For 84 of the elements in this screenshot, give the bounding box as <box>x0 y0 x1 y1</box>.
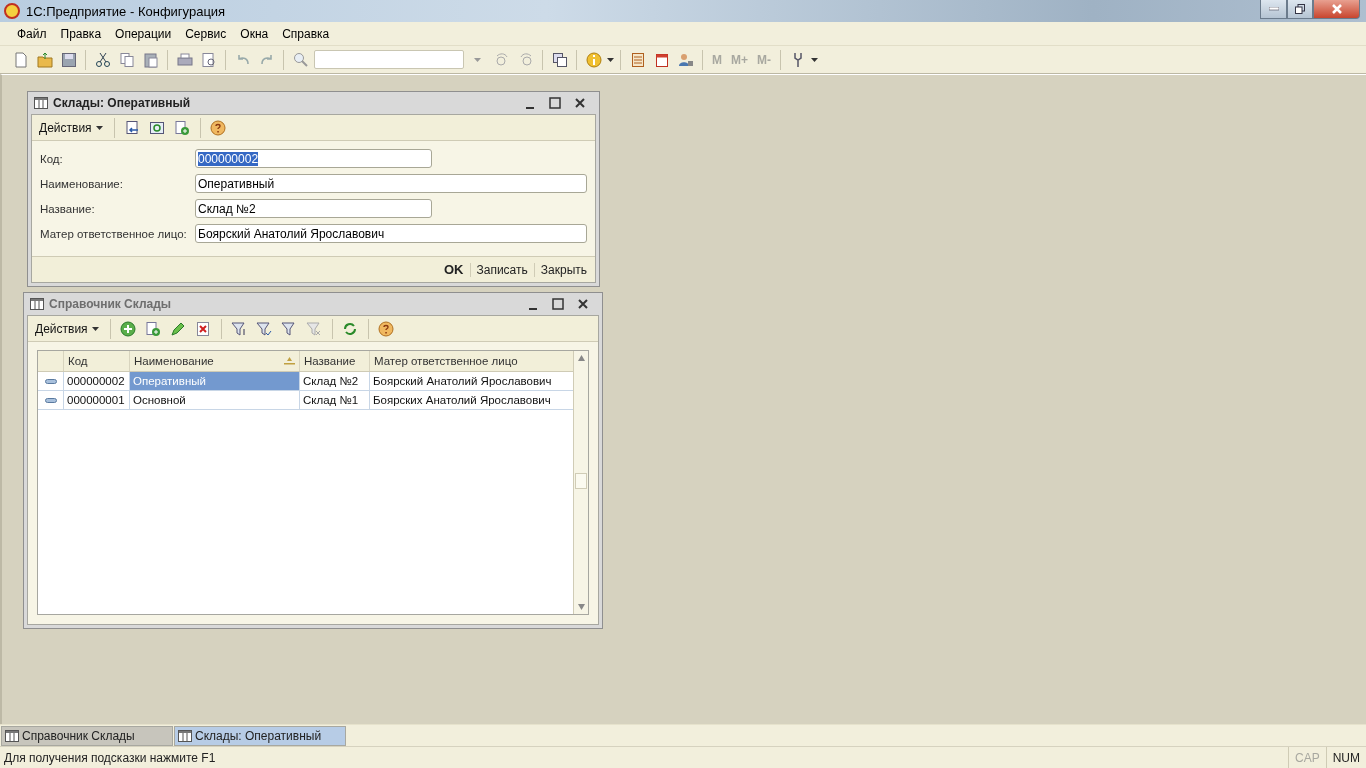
status-indicator: CAP <box>1288 747 1326 768</box>
menu-item[interactable]: Сервис <box>178 26 234 41</box>
menu-item[interactable]: Правка <box>53 26 109 41</box>
print-preview-icon <box>200 51 217 68</box>
column-header[interactable]: Код <box>63 351 129 371</box>
save-icon <box>60 51 77 68</box>
scroll-thumb[interactable] <box>575 473 587 489</box>
menu-item[interactable]: Операции <box>108 26 179 41</box>
window-title: 1С:Предприятие - Конфигурация <box>26 3 227 19</box>
table-cell[interactable]: Склад №1 <box>299 391 369 409</box>
row-marker-icon <box>44 378 57 384</box>
actions-menu[interactable]: Действия <box>35 120 107 135</box>
info-icon <box>585 51 602 68</box>
field-label: Матер ответственное лицо: <box>40 227 188 240</box>
field-label: Название: <box>40 202 96 215</box>
input-field[interactable]: Оперативный <box>195 174 587 193</box>
status-hint: Для получения подсказки нажмите F1 <box>4 750 217 765</box>
window-title: Склады: Оперативный <box>53 96 192 110</box>
taskbar-tab[interactable]: Склады: Оперативный <box>174 725 346 746</box>
close-button[interactable] <box>1313 0 1360 19</box>
maximize-icon <box>548 97 561 109</box>
help-icon <box>378 320 395 337</box>
copy-icon <box>118 51 135 68</box>
windows-icon <box>551 51 568 68</box>
scrollbar[interactable] <box>573 351 588 614</box>
menu-item[interactable]: Справка <box>275 26 337 41</box>
table-icon <box>30 298 44 310</box>
caret-icon <box>95 125 103 130</box>
help-icon <box>210 119 227 136</box>
column-header[interactable]: Название <box>299 351 369 371</box>
footer-button[interactable]: Записать <box>469 262 534 277</box>
input-field[interactable]: Боярский Анатолий Ярославович <box>195 224 587 243</box>
minimize-icon <box>525 107 534 109</box>
maximize-icon <box>551 298 564 310</box>
minimize-icon <box>1268 7 1279 11</box>
search-field[interactable] <box>314 50 464 69</box>
table-cell[interactable]: 000000001 <box>63 391 129 409</box>
menu-item[interactable]: Файл <box>10 26 54 41</box>
close-icon <box>574 98 585 108</box>
caret-icon <box>811 57 818 62</box>
new-document-icon <box>12 51 29 68</box>
table-icon <box>34 97 48 109</box>
sort-icon <box>284 357 295 365</box>
restore-button[interactable] <box>1287 0 1313 19</box>
restore-icon <box>1295 4 1305 14</box>
caret-icon <box>607 57 614 62</box>
input-field[interactable]: Склад №2 <box>195 199 432 218</box>
filter-clear-icon <box>306 320 323 337</box>
logo-icon <box>4 3 20 19</box>
footer-button[interactable]: Закрыть <box>533 262 593 277</box>
footer-button[interactable]: OK <box>438 262 470 277</box>
field-label: Наименование: <box>40 177 124 190</box>
pencil-icon <box>170 320 187 337</box>
calendar-icon <box>653 51 670 68</box>
printer-icon <box>176 51 193 68</box>
paste-icon <box>142 51 159 68</box>
field-label: Код: <box>40 152 64 165</box>
column-header[interactable]: Наименование <box>129 351 299 371</box>
row-marker-icon <box>44 397 57 403</box>
caret-icon <box>474 57 481 62</box>
minimize-icon <box>528 308 537 310</box>
filter-icon <box>231 320 248 337</box>
window-title: Справочник Склады <box>49 297 173 311</box>
cut-icon <box>94 51 111 68</box>
open-folder-icon <box>36 51 53 68</box>
search-icon <box>292 51 309 68</box>
input-field[interactable]: 000000002 <box>195 149 432 168</box>
add-icon <box>120 320 137 337</box>
taskbar-tab[interactable]: Справочник Склады <box>1 725 173 746</box>
table-cell[interactable]: Склад №2 <box>299 372 369 390</box>
copy-add-icon <box>174 119 191 136</box>
close-icon <box>577 299 588 309</box>
status-indicator: NUM <box>1325 747 1366 768</box>
filter-list-icon <box>281 320 298 337</box>
copy-add-icon <box>145 320 162 337</box>
menu-item[interactable]: Окна <box>233 26 276 41</box>
filter-check-icon <box>256 320 273 337</box>
close-icon <box>1330 4 1343 14</box>
table-icon <box>178 729 192 742</box>
actions-menu[interactable]: Действия <box>31 321 103 336</box>
table-icon <box>5 729 19 742</box>
delete-icon <box>195 320 212 337</box>
caret-icon <box>91 326 99 331</box>
table-cell[interactable]: Основной <box>129 391 299 409</box>
